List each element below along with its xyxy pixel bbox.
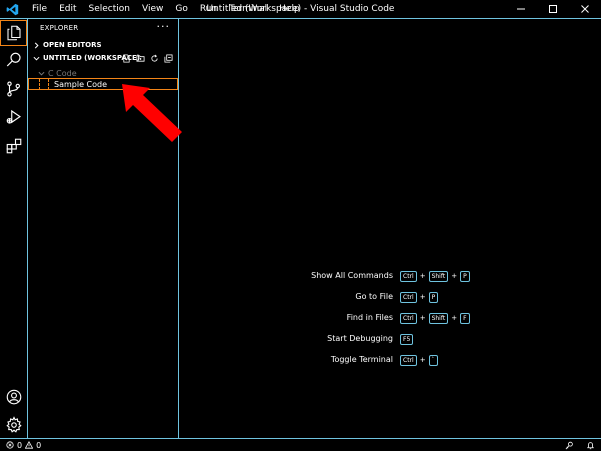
keycap: Shift [428,312,449,324]
status-bar: 0 0 [0,438,601,451]
activity-settings[interactable] [0,412,27,438]
shortcut-row: Show All Commands Ctrl + Shift + P [179,269,601,283]
activity-search[interactable] [0,47,27,73]
refresh-icon[interactable] [149,53,160,64]
shortcut-label: Start Debugging [327,334,393,343]
sidebar-title: EXPLORER [40,24,79,32]
menu-run[interactable]: Run [194,0,223,18]
maximize-button[interactable] [537,0,569,18]
minimize-button[interactable] [505,0,537,18]
error-icon [6,441,14,449]
indent-guide [39,79,41,90]
minimize-icon [517,8,525,10]
chevron-down-icon [36,68,46,78]
search-icon [6,52,21,67]
keycap: Ctrl [400,270,417,282]
explorer-icon [6,25,21,41]
shortcut-label: Go to File [355,292,393,301]
shortcut-keys: Ctrl + ` [400,353,438,367]
menu-selection[interactable]: Selection [83,0,136,18]
settings-gear-icon [5,416,22,433]
menu-help[interactable]: Help [273,0,306,18]
shortcut-row: Toggle Terminal Ctrl + ` [179,353,601,367]
problems-indicator[interactable]: 0 0 [6,439,41,451]
menu-bar: File Edit Selection View Go Run Terminal… [26,0,306,18]
keycap: F5 [400,333,414,345]
chevron-right-icon [31,40,41,50]
account-icon [6,389,21,405]
section-workspace[interactable]: UNTITLED (WORKSPACE) [28,52,178,64]
run-debug-icon [6,109,21,124]
vscode-logo-icon [6,3,19,16]
collapse-all-icon[interactable] [163,53,174,64]
activity-run-debug[interactable] [0,104,27,130]
shortcut-keys: Ctrl + Shift + P [400,269,470,283]
maximize-icon [549,5,557,13]
shortcut-row: Go to File Ctrl + P [179,290,601,304]
close-button[interactable] [569,0,601,18]
shortcut-label: Find in Files [346,313,393,322]
activity-source-control[interactable] [0,76,27,102]
keycap: Ctrl [400,354,417,366]
keycap: Ctrl [400,312,417,324]
activity-bar [0,19,28,438]
warning-count: 0 [36,440,42,450]
new-folder-icon[interactable] [135,53,146,64]
activity-explorer[interactable] [0,20,27,46]
activity-accounts[interactable] [0,384,27,410]
close-icon [581,5,589,13]
notifications-bell-icon[interactable] [586,441,595,450]
editor-area[interactable]: Show All Commands Ctrl + Shift + P Go to F… [179,19,601,438]
feedback-icon[interactable] [565,441,574,450]
title-bar: File Edit Selection View Go Run Terminal… [0,0,601,19]
explorer-sidebar: EXPLORER ··· OPEN EDITORS UNTITLED (WORK… [28,19,182,438]
more-actions-icon[interactable]: ··· [157,20,171,33]
shortcut-row: Start Debugging F5 [179,332,601,346]
keycap: F [460,312,470,324]
indent-guide [48,79,50,90]
new-file-icon[interactable] [121,53,132,64]
file-label: Sample Code [54,79,108,89]
shortcut-keys: Ctrl + Shift + F [400,311,470,325]
extensions-icon [6,138,21,154]
warning-icon [25,441,34,449]
menu-edit[interactable]: Edit [53,0,82,18]
shortcut-keys: Ctrl + P [400,290,439,304]
annotation-arrow-icon [122,84,182,142]
status-right [565,439,595,451]
section-open-editors[interactable]: OPEN EDITORS [28,39,178,51]
chevron-down-icon [31,53,41,63]
menu-file[interactable]: File [26,0,53,18]
menu-terminal[interactable]: Terminal [223,0,273,18]
shortcut-keys: F5 [400,332,414,346]
section-open-editors-label: OPEN EDITORS [43,41,102,49]
menu-go[interactable]: Go [169,0,193,18]
activity-extensions[interactable] [0,133,27,159]
workspace-actions [121,52,174,64]
error-count: 0 [17,440,23,450]
folder-label: C Code [48,68,77,78]
shortcut-row: Find in Files Ctrl + Shift + F [179,311,601,325]
shortcut-label: Toggle Terminal [330,355,393,364]
keycap: P [428,291,439,303]
keycap: Shift [428,270,449,282]
keycap: Ctrl [400,291,417,303]
menu-view[interactable]: View [136,0,169,18]
keycap: ` [428,354,438,366]
source-control-icon [6,81,20,97]
shortcut-label: Show All Commands [311,271,393,280]
keycap: P [460,270,470,282]
